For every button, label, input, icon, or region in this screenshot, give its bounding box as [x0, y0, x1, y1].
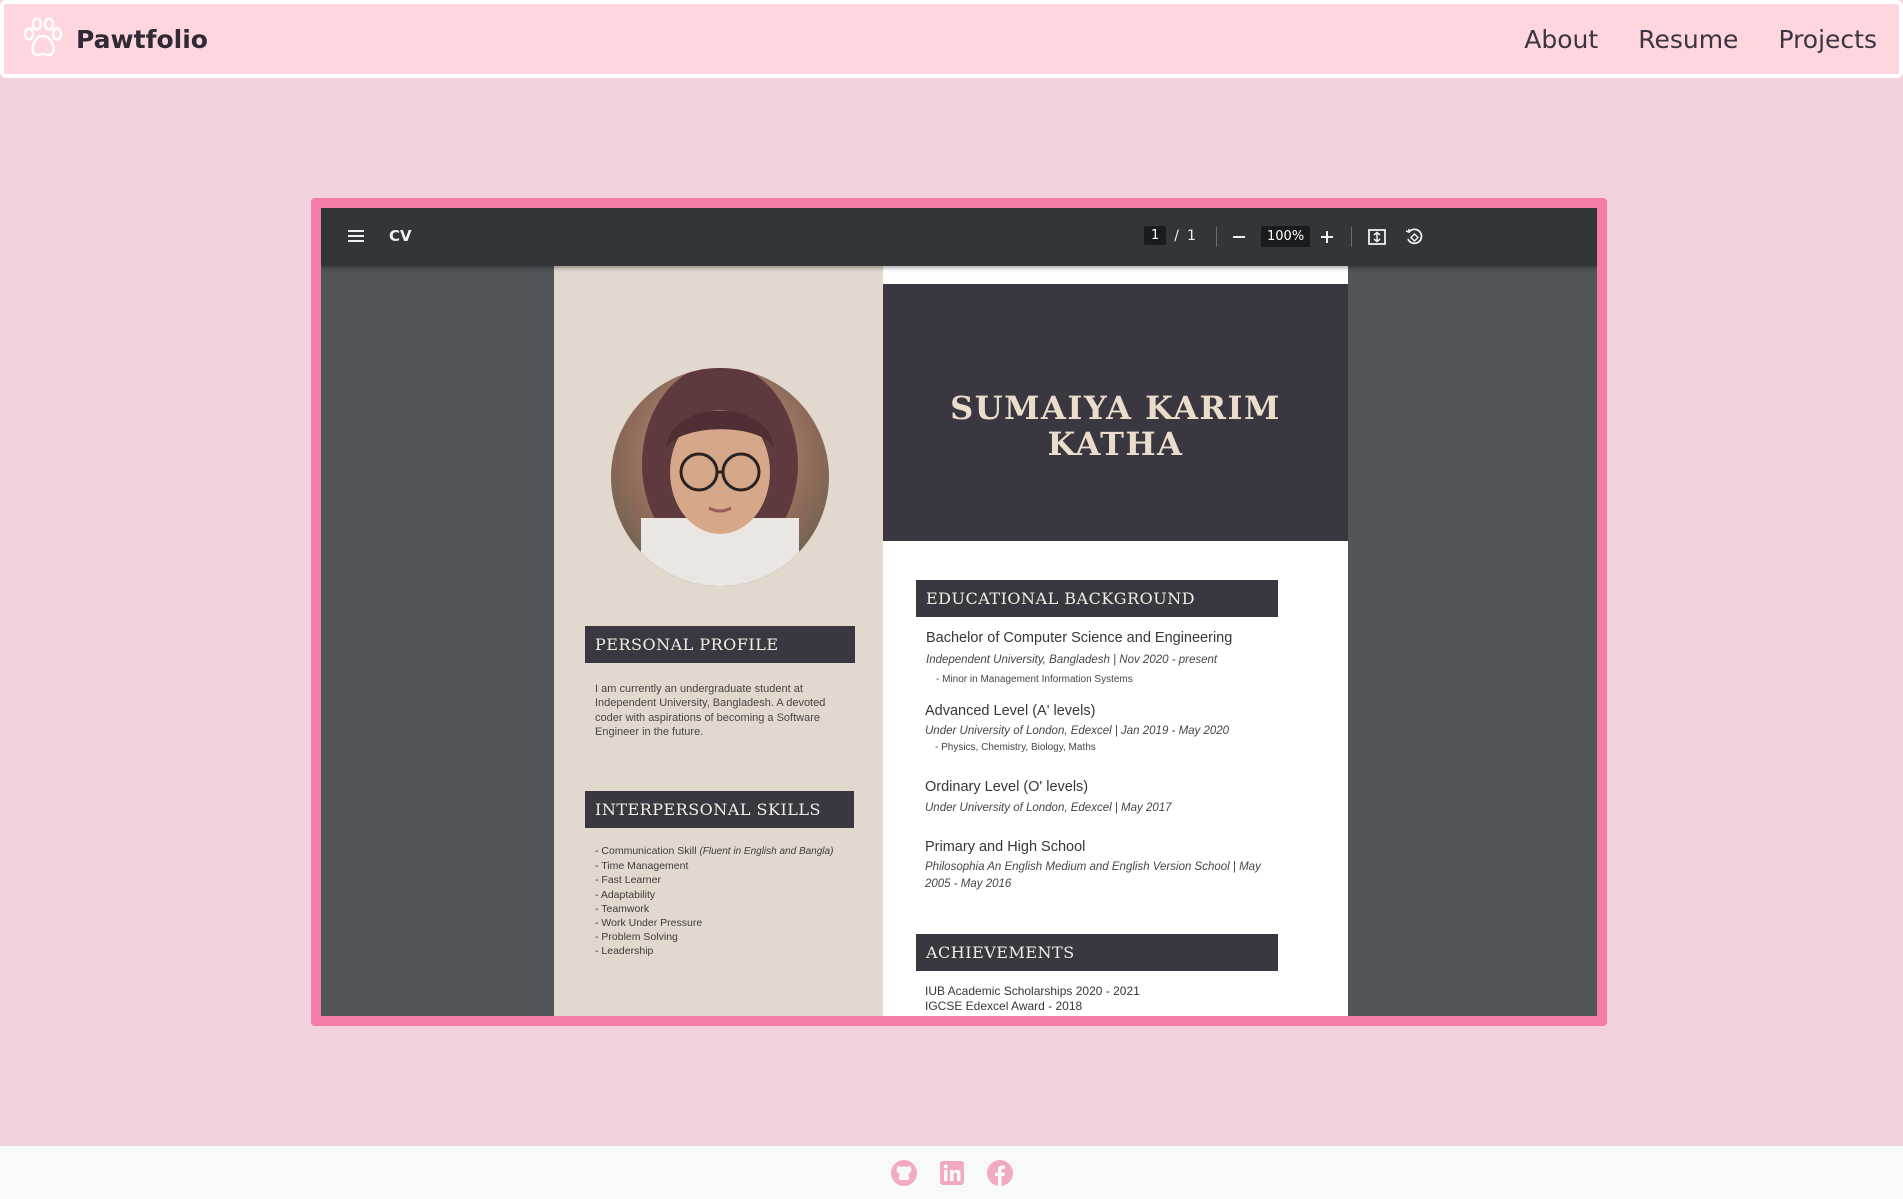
pdf-toolbar: CV 1 / 1 100% [321, 208, 1597, 266]
education-note: - Minor in Management Information System… [936, 674, 1133, 685]
zoom-level-input[interactable]: 100% [1261, 226, 1311, 247]
achievement-item: IUB Academic Scholarships 2020 - 2021 [925, 984, 1140, 998]
footer [0, 1146, 1903, 1199]
name-line-1: SUMAIYA KARIM [950, 389, 1281, 427]
skill-item: - Time Management [595, 860, 689, 873]
name-line-2: KATHA [1047, 425, 1184, 463]
nav-projects-link[interactable]: Projects [1778, 25, 1877, 54]
skill-item: - Leadership [595, 945, 654, 958]
achievements-list: IUB Academic Scholarships 2020 - 2021 IG… [925, 984, 1140, 1014]
skill-item: - Problem Solving [595, 931, 678, 944]
pdf-page: PERSONAL PROFILE I am currently an under… [554, 266, 1348, 1016]
nav-links: About Resume Projects [1524, 25, 1877, 54]
skill-item: - Teamwork [595, 902, 650, 915]
name-banner: SUMAIYA KARIM KATHA [883, 284, 1348, 541]
page-total: 1 [1187, 227, 1196, 244]
fit-page-icon[interactable] [1364, 224, 1390, 250]
navbar: Pawtfolio About Resume Projects [0, 0, 1903, 78]
facebook-icon[interactable] [986, 1159, 1014, 1187]
education-title: Bachelor of Computer Science and Enginee… [926, 630, 1233, 646]
education-title: Ordinary Level (O' levels) [925, 779, 1089, 795]
rotate-icon[interactable] [1401, 224, 1427, 250]
education-entry: Primary and High School Philosophia An E… [925, 839, 1285, 893]
page-separator: / [1174, 227, 1179, 244]
skills-list: - Communication Skill (Fluent in English… [595, 844, 855, 959]
education-title: Advanced Level (A' levels) [925, 703, 1096, 719]
linkedin-icon[interactable] [938, 1159, 966, 1187]
zoom-in-icon[interactable] [1314, 224, 1340, 250]
education-title: Primary and High School [925, 839, 1086, 855]
education-note: - Physics, Chemistry, Biology, Maths [935, 742, 1096, 753]
education-institution: Philosophia An English Medium and Englis… [925, 861, 1261, 890]
skill-note: (Fluent in English and Bangla) [699, 846, 834, 857]
zoom-out-icon[interactable] [1226, 224, 1252, 250]
toolbar-divider [1216, 227, 1217, 247]
brand[interactable]: Pawtfolio [20, 14, 208, 64]
skill-item: - Work Under Pressure [595, 917, 703, 930]
resume-name: SUMAIYA KARIM KATHA [883, 390, 1348, 462]
resume-sidebar: PERSONAL PROFILE I am currently an under… [554, 266, 883, 1016]
nav-about-link[interactable]: About [1524, 25, 1598, 54]
document-title: CV [389, 227, 412, 245]
page-number-input[interactable]: 1 [1144, 226, 1167, 245]
paw-icon [20, 14, 66, 64]
brand-name: Pawtfolio [76, 24, 208, 54]
personal-profile-heading: PERSONAL PROFILE [585, 626, 855, 663]
skill-label: - Communication Skill [595, 845, 700, 857]
pdf-viewer-frame: CV 1 / 1 100% PERSONAL PROFILE I am curr… [311, 198, 1607, 1026]
achievement-item: IGCSE Edexcel Award - 2018 [925, 999, 1083, 1013]
education-institution: Under University of London, Edexcel | Ma… [925, 802, 1172, 814]
education-institution: Independent University, Bangladesh | Nov… [926, 654, 1218, 666]
achievements-heading: ACHIEVEMENTS [916, 934, 1278, 971]
menu-icon[interactable] [347, 228, 365, 248]
education-heading: EDUCATIONAL BACKGROUND [916, 580, 1278, 617]
education-entry: Ordinary Level (O' levels) Under Univers… [925, 779, 1285, 817]
education-institution: Under University of London, Edexcel | Ja… [925, 725, 1230, 737]
skill-item: - Adaptability [595, 888, 656, 901]
interpersonal-skills-heading: INTERPERSONAL SKILLS [585, 791, 854, 828]
skill-item: - Fast Learner [595, 874, 661, 887]
page-indicator: 1 / 1 [1144, 226, 1196, 245]
profile-photo [611, 368, 829, 586]
nav-resume-link[interactable]: Resume [1638, 25, 1738, 54]
education-entry: Bachelor of Computer Science and Enginee… [926, 630, 1286, 685]
github-icon[interactable] [890, 1159, 918, 1187]
personal-profile-text: I am currently an undergraduate student … [595, 683, 826, 738]
toolbar-divider [1351, 227, 1352, 247]
skill-item: - Communication Skill (Fluent in English… [595, 844, 855, 859]
education-entry: Advanced Level (A' levels) Under Univers… [925, 703, 1285, 753]
